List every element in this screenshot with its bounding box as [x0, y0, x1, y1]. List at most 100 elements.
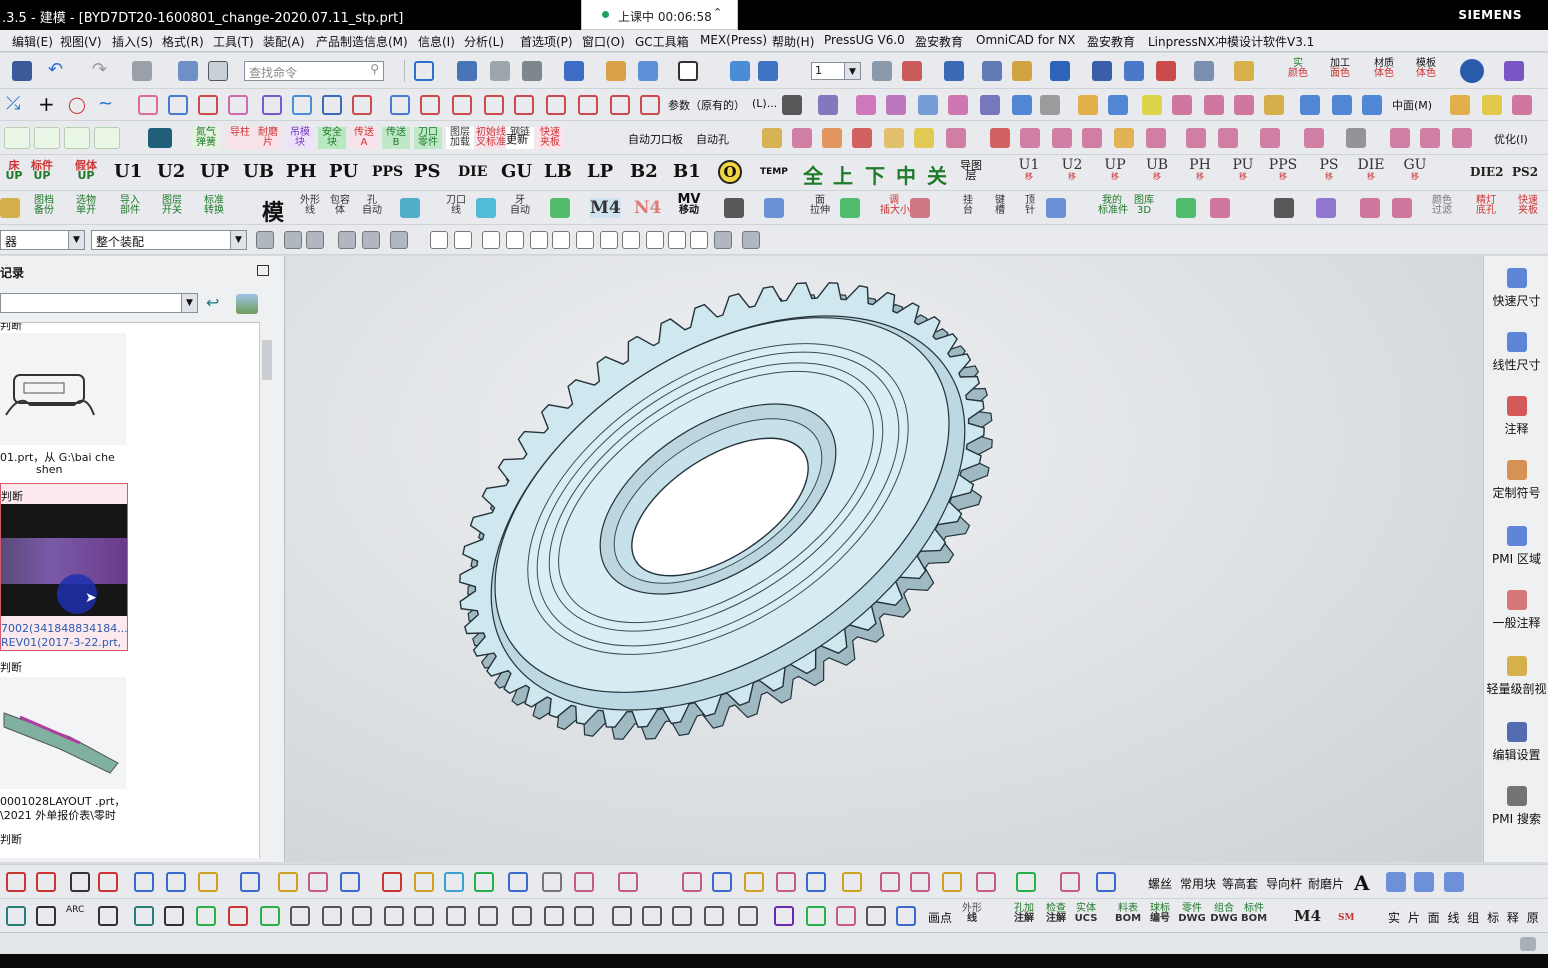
selection-filter-icon[interactable] [390, 231, 408, 249]
component-tool-icon[interactable] [764, 198, 784, 218]
move-plate-3[interactable]: UB 移 [1142, 158, 1172, 182]
pmi-pmi-region-button[interactable]: PMI 区域 [1484, 526, 1548, 567]
menu-item[interactable]: GC工具箱 [635, 33, 689, 50]
selection-filter-icon[interactable] [668, 231, 686, 249]
up-tag-0[interactable]: 床 UP [0, 160, 28, 181]
mold-button[interactable]: 模 [262, 195, 284, 227]
tool-tag-14[interactable]: 顶针 [1016, 196, 1044, 216]
plate-ph-button[interactable]: PH [286, 161, 317, 182]
globe-icon[interactable] [1460, 59, 1484, 83]
drawing-tag-1[interactable]: 孔加 注解 [1010, 904, 1038, 924]
sketch-tool-icon[interactable] [6, 906, 26, 926]
selection-filter-icon[interactable] [530, 231, 548, 249]
save-icon[interactable] [12, 61, 32, 81]
grid-icon[interactable] [1194, 61, 1214, 81]
drafting-tool-icon[interactable] [776, 872, 796, 892]
menu-item[interactable]: 编辑(E) [12, 33, 53, 50]
menu-item[interactable]: 格式(R) [162, 33, 204, 50]
cn-tool-1[interactable]: 上 [833, 160, 853, 189]
component-tool-icon[interactable] [400, 198, 420, 218]
redo-icon[interactable]: ↷ [92, 61, 112, 81]
drafting-tool-icon[interactable] [1096, 872, 1116, 892]
standard-part-icon[interactable] [64, 127, 90, 149]
tool-tag-11[interactable]: 快速 夹板 [536, 127, 564, 149]
library-label-3[interactable]: 导向杆 [1266, 875, 1302, 892]
drafting-tool-icon[interactable] [806, 872, 826, 892]
move-plate-2[interactable]: UP 移 [1100, 158, 1130, 182]
drafting-tool-icon[interactable] [712, 872, 732, 892]
die-tool-icon[interactable] [1218, 128, 1238, 148]
drafting-tool-icon[interactable] [474, 872, 494, 892]
standard-part-icon[interactable] [94, 127, 120, 149]
mv-button[interactable]: MV 移动 [676, 193, 702, 216]
repeat-command-icon[interactable] [132, 61, 152, 81]
tool-tag-2[interactable]: 导入 部件 [116, 196, 144, 216]
drafting-tool-icon[interactable] [278, 872, 298, 892]
parameter-suffix[interactable]: (L)... [752, 97, 777, 110]
die-tool-icon[interactable] [1020, 128, 1040, 148]
surface-tool-icon[interactable] [1300, 95, 1320, 115]
surface-tool-icon[interactable] [886, 95, 906, 115]
sketch-tool-icon[interactable] [896, 906, 916, 926]
sketch-tool-icon[interactable] [196, 906, 216, 926]
gear-icon[interactable] [1504, 61, 1524, 81]
plate-u2-button[interactable]: U2 [157, 161, 185, 182]
dropdown-icon[interactable]: ▼ [844, 63, 860, 79]
dropdown-icon[interactable]: ▼ [68, 231, 84, 249]
plate-gu-button[interactable]: GU [501, 161, 532, 182]
selection-filter-icon[interactable] [600, 231, 618, 249]
sketch-tool-icon[interactable] [352, 906, 372, 926]
selection-filter-icon[interactable] [454, 231, 472, 249]
surface-tool-icon[interactable] [1234, 95, 1254, 115]
tool-tag-9[interactable]: 初始线 叉标准 [476, 127, 506, 149]
tool-tag-1[interactable]: 导柱 [226, 127, 254, 149]
move-plate-0[interactable]: U1 移 [1014, 158, 1044, 182]
tool-tag-10[interactable]: 面拉伸 [806, 196, 834, 216]
surface-tool-icon[interactable] [1362, 95, 1382, 115]
library-tool-icon[interactable] [1414, 872, 1434, 892]
parameter-label[interactable]: 参数（原有的） [668, 97, 745, 113]
image-view-icon[interactable] [236, 294, 258, 314]
history-thumbnail[interactable] [0, 677, 126, 789]
plate-pps-button[interactable]: PPS [372, 164, 403, 180]
surface-tool-icon[interactable] [1172, 95, 1192, 115]
surface-tool-icon[interactable] [980, 95, 1000, 115]
sketch-tool-icon[interactable] [164, 906, 184, 926]
n4-button[interactable]: N4 [634, 198, 661, 218]
surface-tool-icon[interactable] [856, 95, 876, 115]
move-plate-8[interactable]: DIE 移 [1356, 158, 1386, 182]
tool-tag-7[interactable]: 刀口 零件 [414, 127, 442, 149]
plate-up-button[interactable]: UP [200, 161, 229, 182]
drawing-tag-7[interactable]: 组合 DWG [1210, 904, 1238, 924]
join-icon[interactable] [546, 95, 566, 115]
drawing-tag-2[interactable]: 检查 注解 [1042, 904, 1070, 924]
menu-item[interactable]: PressUG V6.0 [824, 33, 905, 47]
fit-view-icon[interactable] [414, 61, 434, 81]
sketch-tool-icon[interactable] [414, 906, 434, 926]
pmi-lightweight-section-button[interactable]: 轻量级剖视 [1484, 656, 1548, 697]
surface-tool-icon[interactable] [1040, 95, 1060, 115]
move-plate-6[interactable]: PPS 移 [1268, 158, 1298, 182]
history-thumbnail[interactable]: ➤ [1, 504, 127, 616]
tool-tag-7[interactable]: 孔自动 [358, 196, 386, 216]
drafting-tool-icon[interactable] [910, 872, 930, 892]
die-tool-icon[interactable] [884, 128, 904, 148]
line-icon[interactable]: ◯ [68, 95, 88, 115]
surface-tool-icon[interactable] [948, 95, 968, 115]
sketch-tool-icon[interactable] [98, 906, 118, 926]
sketch-tool-icon[interactable] [672, 906, 692, 926]
tool-tag-5[interactable]: 传送 A [350, 127, 378, 149]
dropdown-icon[interactable]: ▼ [181, 294, 197, 312]
drawing-tag-4[interactable]: 料表 BOM [1114, 904, 1142, 924]
drawing-tag-5[interactable]: 球标 编号 [1146, 904, 1174, 924]
library-tool-icon[interactable] [1386, 872, 1406, 892]
sketch-tool-icon[interactable] [446, 906, 466, 926]
component-tool-icon[interactable] [476, 198, 496, 218]
die-tool-icon[interactable] [1260, 128, 1280, 148]
sketch-tool-icon[interactable] [544, 906, 564, 926]
drafting-tool-icon[interactable] [682, 872, 702, 892]
color-tag-4[interactable]: 模板 体色 [1416, 59, 1436, 79]
sketch-tool-icon[interactable] [322, 906, 342, 926]
sketch-tool-icon[interactable] [704, 906, 724, 926]
drafting-tool-icon[interactable] [36, 872, 56, 892]
